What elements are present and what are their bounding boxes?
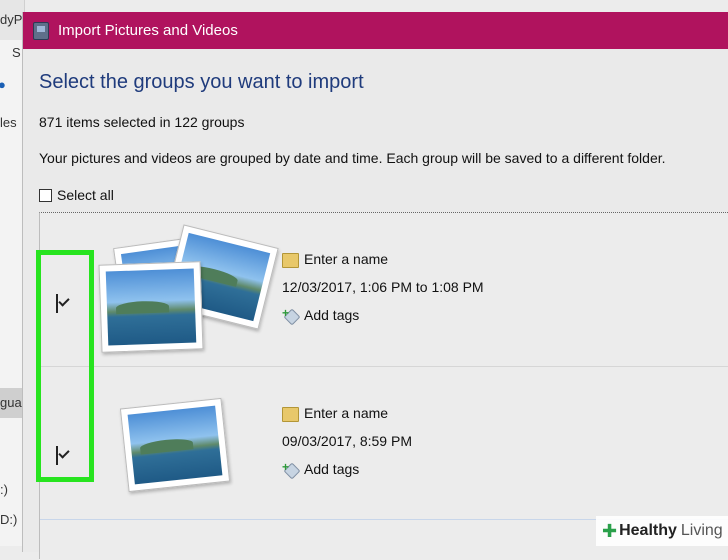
dialog-title: Import Pictures and Videos [58,22,238,39]
add-tag-icon: + [282,306,301,326]
add-tags-label[interactable]: Add tags [304,461,359,477]
page-heading: Select the groups you want to import [39,71,364,93]
grouping-description: Your pictures and videos are grouped by … [39,150,666,166]
import-group[interactable]: Enter a name 12/03/2017, 1:06 PM to 1:08… [40,213,728,365]
import-dialog: Import Pictures and Videos Select the gr… [22,12,728,559]
group-list: Enter a name 12/03/2017, 1:06 PM to 1:08… [39,212,728,559]
select-all-checkbox[interactable] [39,188,52,202]
select-all-label[interactable]: Select all [57,187,114,203]
group-name-placeholder[interactable]: Enter a name [304,251,388,267]
add-tag-icon: + [282,460,301,480]
group-name-field[interactable]: Enter a name [282,251,388,268]
folder-icon [282,253,299,268]
group-name-placeholder[interactable]: Enter a name [304,405,388,421]
import-group[interactable]: Enter a name 09/03/2017, 8:59 PM + Add t… [40,366,728,519]
background-text-fragment: D:) [0,512,18,527]
folder-icon [282,407,299,422]
group-date-range: 12/03/2017, 1:06 PM to 1:08 PM [282,279,484,295]
background-text-fragment: :) [0,482,8,497]
cross-icon: ✚ [602,520,618,541]
background-text-fragment: S [12,45,21,60]
watermark-brand-a: Healthy [619,522,677,539]
group-name-field[interactable]: Enter a name [282,405,388,422]
background-text-fragment: les [0,115,17,130]
add-tags-label[interactable]: Add tags [304,307,359,323]
group-date-range: 09/03/2017, 8:59 PM [282,433,412,449]
watermark-brand-b: Living [680,522,723,539]
select-all-control[interactable]: Select all [39,187,114,203]
group-thumbnail [98,261,204,353]
watermark: ✚ Healthy Living [596,516,728,546]
tutorial-highlight-box [36,250,94,482]
selection-count: 871 items selected in 122 groups [39,114,245,130]
group-thumbnail [119,397,231,493]
add-tags-link[interactable]: + Add tags [282,306,359,326]
background-text-fragment: gua [0,395,22,410]
dialog-titlebar[interactable]: Import Pictures and Videos [23,12,728,49]
add-tags-link[interactable]: + Add tags [282,460,359,480]
photos-app-icon [33,22,49,40]
background-icon-fragment[interactable]: ● [0,77,6,92]
